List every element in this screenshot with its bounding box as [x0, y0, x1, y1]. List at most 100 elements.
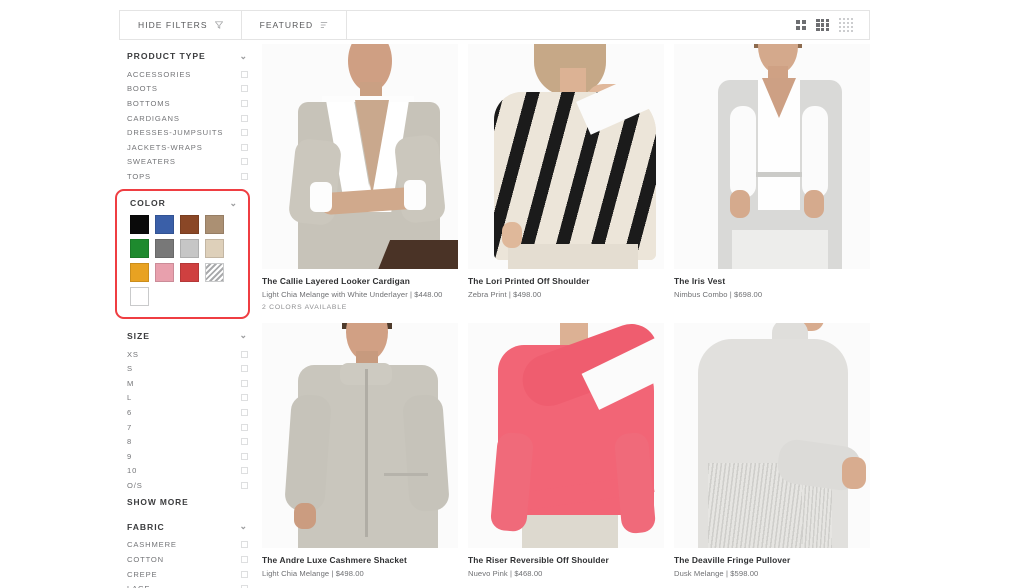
- color-swatch-gold[interactable]: [130, 263, 149, 282]
- hide-filters-button[interactable]: HIDE FILTERS: [120, 11, 242, 39]
- product-card[interactable]: The Callie Layered Looker Cardigan Light…: [262, 44, 458, 311]
- color-swatch-blue[interactable]: [155, 215, 174, 234]
- product-colors-note: 2 COLORS AVAILABLE: [262, 304, 348, 312]
- filter-item-size-m[interactable]: M: [127, 376, 248, 391]
- product-card[interactable]: The Lori Printed Off Shoulder Zebra Prin…: [468, 44, 664, 311]
- product-image-lori-off-shoulder[interactable]: [468, 44, 664, 269]
- filter-item-dresses-jumpsuits[interactable]: DRESSES-JUMPSUITS: [127, 125, 248, 140]
- product-card[interactable]: The Deaville Fringe Pullover Dusk Melang…: [674, 323, 870, 578]
- product-type-title: PRODUCT TYPE: [127, 51, 206, 61]
- product-title: The Riser Reversible Off Shoulder: [468, 555, 609, 566]
- product-image-deaville-pullover[interactable]: [674, 323, 870, 549]
- grid-3x3-icon[interactable]: [816, 18, 829, 32]
- checkbox[interactable]: [241, 114, 248, 122]
- grid-2x2-icon[interactable]: [795, 19, 807, 31]
- product-image-riser-off-shoulder[interactable]: [468, 323, 664, 549]
- filter-label: CASHMERE: [127, 540, 177, 550]
- color-swatch-beige[interactable]: [205, 239, 224, 258]
- checkbox[interactable]: [241, 172, 248, 180]
- filter-item-cardigans[interactable]: CARDIGANS: [127, 111, 248, 126]
- sort-dropdown[interactable]: FEATURED: [241, 11, 348, 39]
- checkbox[interactable]: [241, 350, 248, 358]
- checkbox[interactable]: [241, 143, 248, 151]
- product-listing-page: HIDE FILTERS FEATURED PRODUCT TYPE ⌄ ACC…: [0, 0, 1020, 588]
- product-title: The Lori Printed Off Shoulder: [468, 276, 590, 286]
- filter-group-color: COLOR ⌄: [115, 189, 250, 319]
- color-swatch-grey[interactable]: [155, 239, 174, 258]
- filter-label: TOPS: [127, 171, 151, 181]
- checkbox[interactable]: [241, 99, 248, 107]
- color-swatch-red[interactable]: [180, 263, 199, 282]
- product-title: The Callie Layered Looker Cardigan: [262, 276, 410, 286]
- filter-group-size: SIZE ⌄ XS S M L 6 7 8 9 10 O/S SHOW MORE: [127, 328, 248, 507]
- product-image-iris-vest[interactable]: [674, 44, 870, 269]
- checkbox[interactable]: [241, 570, 248, 578]
- product-type-header[interactable]: PRODUCT TYPE ⌄: [127, 48, 248, 67]
- filter-item-cashmere[interactable]: CASHMERE: [127, 538, 248, 553]
- filter-item-size-6[interactable]: 6: [127, 405, 248, 420]
- size-header[interactable]: SIZE ⌄: [127, 328, 248, 347]
- checkbox[interactable]: [241, 365, 248, 373]
- checkbox[interactable]: [241, 379, 248, 387]
- filter-item-jackets-wraps[interactable]: JACKETS-WRAPS: [127, 140, 248, 155]
- fabric-header[interactable]: FABRIC ⌄: [127, 519, 248, 538]
- filter-item-size-os[interactable]: O/S: [127, 478, 248, 493]
- product-image-callie-cardigan[interactable]: [262, 44, 458, 269]
- filter-label: 10: [127, 466, 138, 476]
- filter-item-crepe[interactable]: CREPE: [127, 567, 248, 582]
- checkbox[interactable]: [241, 394, 248, 402]
- color-swatch-black[interactable]: [130, 215, 149, 234]
- checkbox[interactable]: [241, 70, 248, 78]
- filter-label: 8: [127, 437, 133, 447]
- filter-item-size-xs[interactable]: XS: [127, 347, 248, 362]
- filter-item-tops[interactable]: TOPS: [127, 169, 248, 184]
- filter-item-lace[interactable]: LACE: [127, 581, 248, 588]
- filter-item-accessories[interactable]: ACCESSORIES: [127, 67, 248, 82]
- filter-item-size-7[interactable]: 7: [127, 420, 248, 435]
- color-swatch-white[interactable]: [130, 287, 149, 306]
- color-header[interactable]: COLOR ⌄: [130, 198, 238, 215]
- filter-label: COTTON: [127, 555, 165, 565]
- checkbox[interactable]: [241, 423, 248, 431]
- filter-item-size-8[interactable]: 8: [127, 434, 248, 449]
- filter-item-size-s[interactable]: S: [127, 361, 248, 376]
- checkbox[interactable]: [241, 85, 248, 93]
- checkbox[interactable]: [241, 408, 248, 416]
- product-card[interactable]: The Iris Vest Nimbus Combo | $698.00: [674, 44, 870, 311]
- grid-4x4-icon[interactable]: [838, 17, 853, 33]
- color-swatch-multi[interactable]: [205, 263, 224, 282]
- color-swatch-light-grey[interactable]: [180, 239, 199, 258]
- filter-item-sweaters[interactable]: SWEATERS: [127, 155, 248, 170]
- product-card[interactable]: The Andre Luxe Cashmere Shacket Light Ch…: [262, 323, 458, 578]
- checkbox[interactable]: [241, 438, 248, 446]
- product-description: Zebra Print | $498.00: [468, 290, 542, 300]
- filter-item-bottoms[interactable]: BOTTOMS: [127, 96, 248, 111]
- color-swatch-green[interactable]: [130, 239, 149, 258]
- checkbox[interactable]: [241, 158, 248, 166]
- checkbox[interactable]: [241, 129, 248, 137]
- color-title: COLOR: [130, 198, 166, 208]
- filter-label: CARDIGANS: [127, 113, 180, 123]
- checkbox[interactable]: [241, 541, 248, 549]
- sort-icon: [320, 21, 328, 29]
- size-show-more-button[interactable]: SHOW MORE: [127, 493, 248, 507]
- checkbox[interactable]: [241, 556, 248, 564]
- filter-label: SWEATERS: [127, 157, 176, 167]
- filter-item-size-9[interactable]: 9: [127, 449, 248, 464]
- checkbox[interactable]: [241, 452, 248, 460]
- filter-item-cotton[interactable]: COTTON: [127, 552, 248, 567]
- filter-label: ACCESSORIES: [127, 69, 192, 79]
- filter-item-size-l[interactable]: L: [127, 391, 248, 406]
- product-card[interactable]: The Riser Reversible Off Shoulder Nuevo …: [468, 323, 664, 578]
- color-swatch-tan[interactable]: [205, 215, 224, 234]
- filter-label: 9: [127, 451, 133, 461]
- checkbox[interactable]: [241, 481, 248, 489]
- color-swatch-pink[interactable]: [155, 263, 174, 282]
- filter-item-boots[interactable]: BOOTS: [127, 82, 248, 97]
- checkbox[interactable]: [241, 467, 248, 475]
- filter-item-size-10[interactable]: 10: [127, 464, 248, 479]
- filter-label: O/S: [127, 480, 143, 490]
- color-swatch-brown[interactable]: [180, 215, 199, 234]
- product-image-andre-shacket[interactable]: [262, 323, 458, 549]
